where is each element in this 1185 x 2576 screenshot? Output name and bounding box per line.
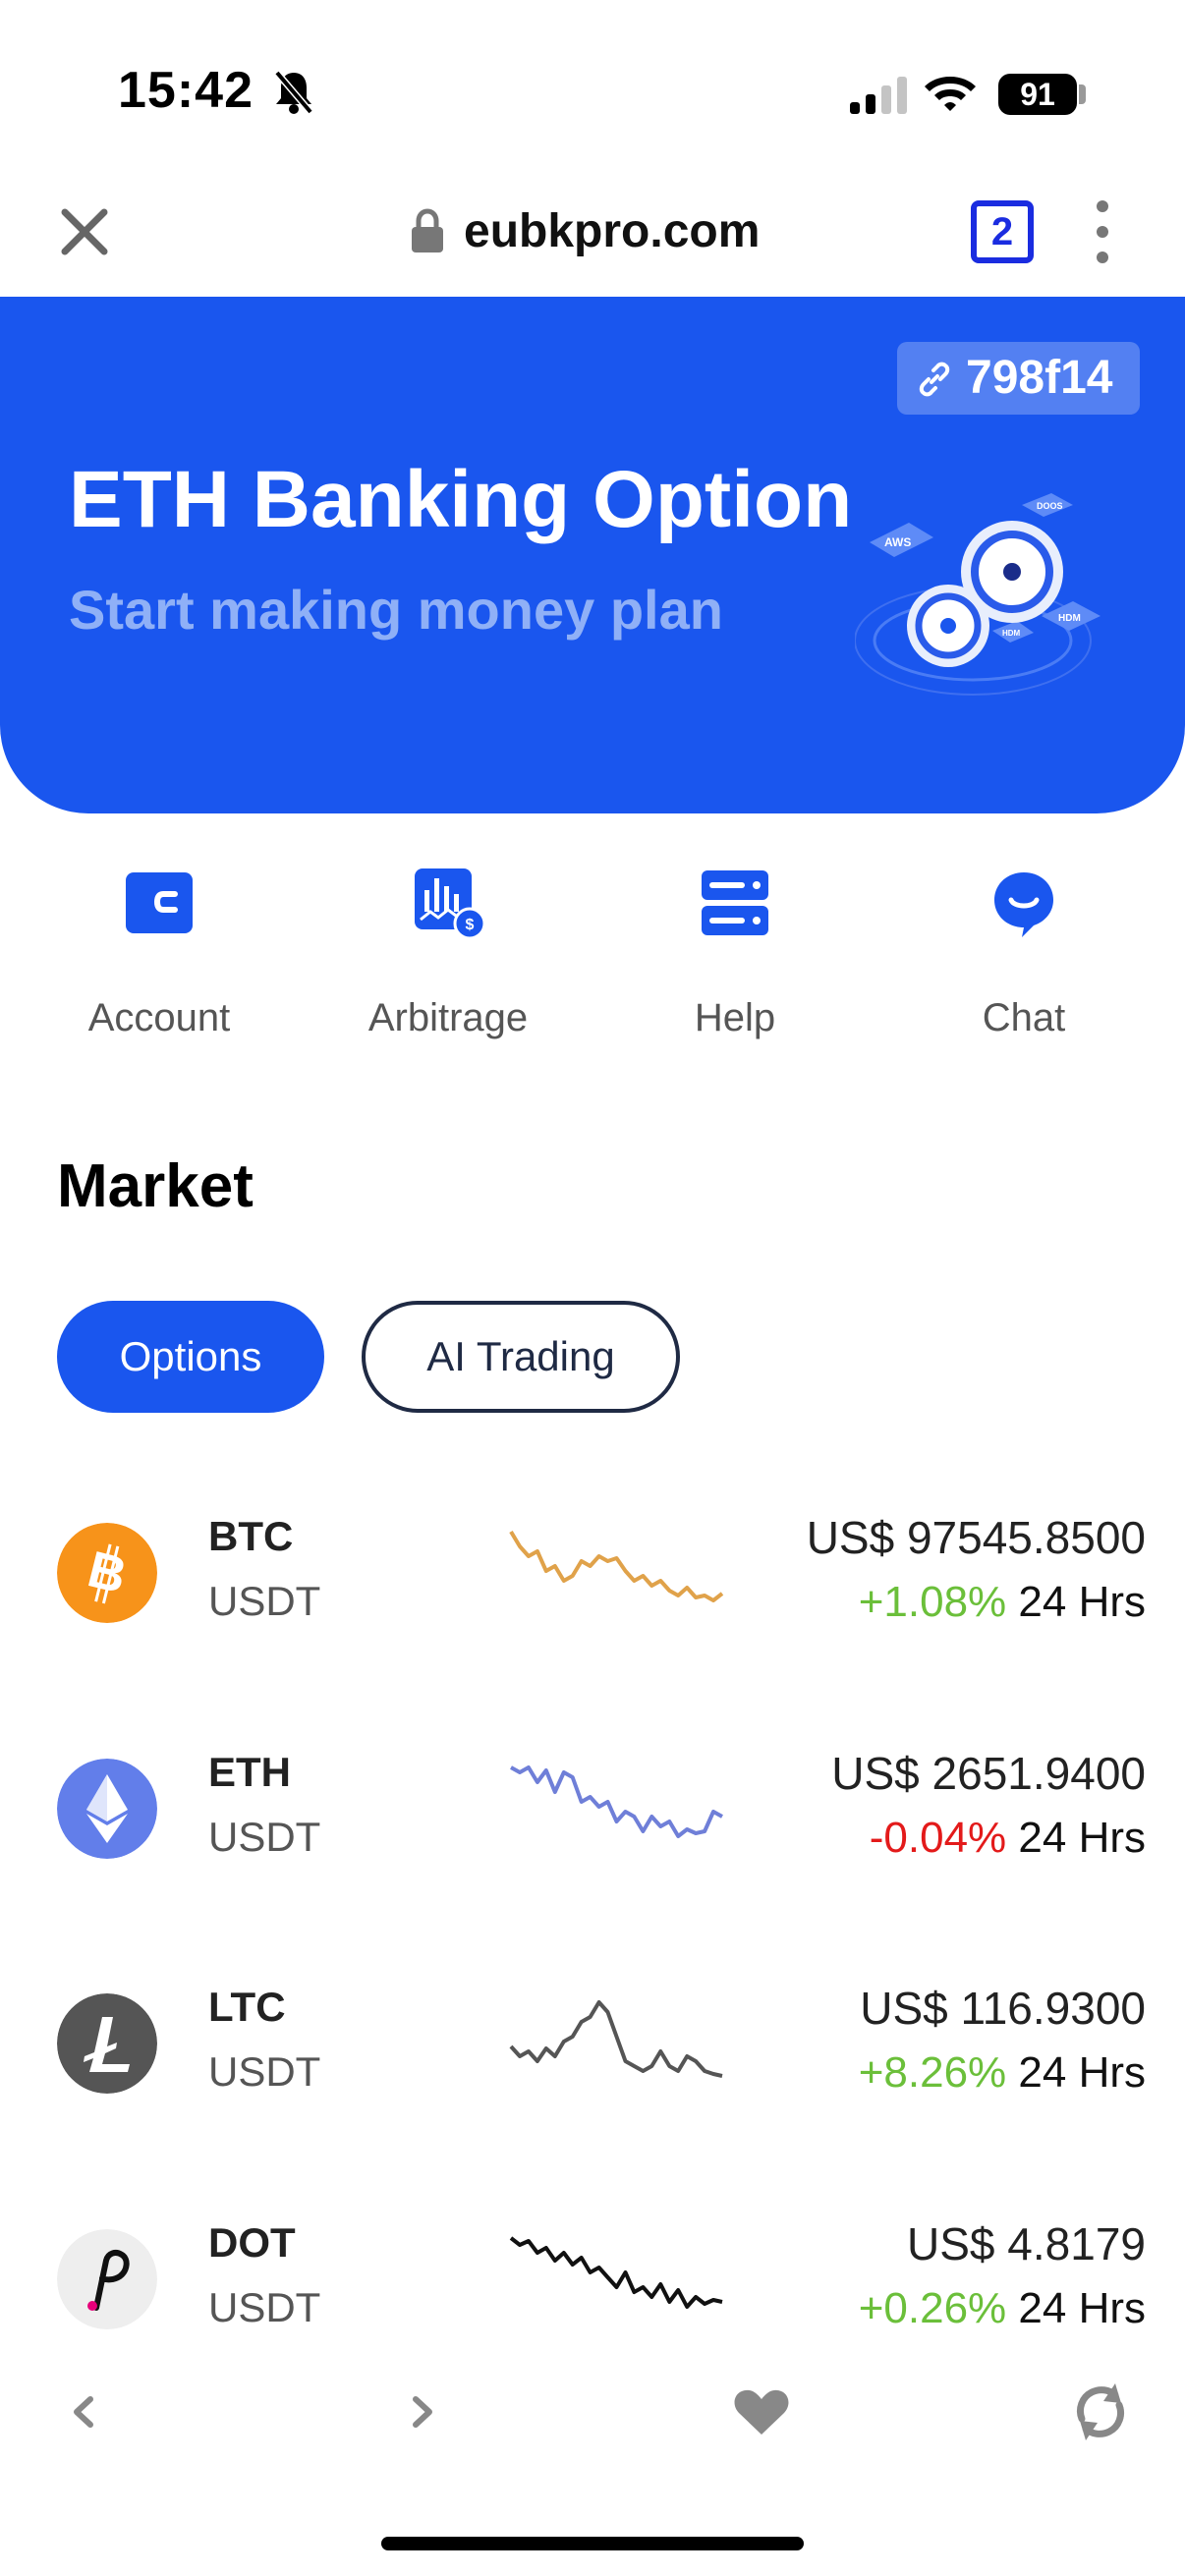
litecoin-logo-icon xyxy=(57,1993,157,2094)
tab-switcher-button[interactable]: 2 xyxy=(971,200,1034,263)
coin-price: US$ 2651.9400 xyxy=(831,1748,1146,1799)
lock-icon xyxy=(412,208,443,252)
coin-change-period: 24 Hrs xyxy=(1018,2284,1146,2332)
nav-arbitrage[interactable]: $ Arbitrage xyxy=(301,845,595,1040)
sparkline-line xyxy=(509,2236,723,2309)
bell-muted-icon xyxy=(274,70,313,115)
sparkline-chart xyxy=(509,2000,723,2078)
coin-change-period: 24 Hrs xyxy=(1018,1578,1146,1626)
forward-icon[interactable] xyxy=(388,2378,457,2446)
back-icon[interactable] xyxy=(49,2378,118,2446)
coin-change-percent: +1.08% xyxy=(858,1578,1007,1626)
coin-price: US$ 116.9300 xyxy=(860,1983,1146,2034)
coin-row-ltc[interactable]: LTC USDT US$ 116.9300 +8.26% 24 Hrs xyxy=(0,1968,1185,2164)
nav-help-label: Help xyxy=(694,996,776,1039)
sparkline-chart xyxy=(510,1765,723,1838)
sparkline-line xyxy=(510,1765,723,1838)
coin-quote: USDT xyxy=(208,1578,321,1624)
coin-price: US$ 4.8179 xyxy=(907,2218,1146,2269)
quick-nav: Account $ Arbitrage Help Chat xyxy=(0,845,1185,1061)
nav-chat[interactable]: Chat xyxy=(876,845,1171,1040)
coin-symbol: BTC xyxy=(208,1513,294,1559)
nav-help[interactable]: Help xyxy=(588,845,882,1040)
coin-quote: USDT xyxy=(208,2048,321,2095)
polkadot-logo-icon xyxy=(57,2229,157,2329)
coin-row-eth[interactable]: ETH USDT US$ 2651.9400 -0.04% 24 Hrs xyxy=(0,1733,1185,1930)
browser-bottom-bar xyxy=(0,2358,1185,2466)
aws-tag: AWS xyxy=(884,535,911,549)
heart-icon[interactable] xyxy=(727,2378,796,2446)
close-icon[interactable] xyxy=(57,204,112,259)
tab-ai-trading[interactable]: AI Trading xyxy=(362,1301,680,1413)
wifi-icon xyxy=(925,77,976,111)
server-icon xyxy=(702,870,768,935)
coin-symbol: DOT xyxy=(208,2219,296,2266)
hero-illustration: AWS DOOS HDM HDM xyxy=(855,493,1100,696)
wallet-icon xyxy=(126,872,193,933)
nav-arbitrage-label: Arbitrage xyxy=(367,996,529,1039)
nav-account-label: Account xyxy=(87,996,231,1039)
sparkline-line xyxy=(509,1530,724,1602)
chart-dollar-icon: $ xyxy=(415,868,486,940)
more-options-icon[interactable] xyxy=(1091,200,1114,263)
ethereum-logo-icon xyxy=(57,1759,157,1859)
chat-bubble-icon xyxy=(994,872,1053,937)
refresh-icon[interactable] xyxy=(1066,2378,1135,2446)
coin-price: US$ 97545.8500 xyxy=(806,1512,1146,1563)
coin-change-line: -0.04% 24 Hrs xyxy=(870,1814,1146,1863)
status-bar: 15:42 91 xyxy=(0,0,1185,177)
hero-subtitle: Start making money plan xyxy=(69,579,723,641)
battery-indicator: 91 xyxy=(998,74,1077,115)
status-time: 15:42 xyxy=(118,62,254,119)
home-indicator xyxy=(381,2537,804,2550)
battery-tip xyxy=(1079,84,1086,104)
coin-symbol: LTC xyxy=(208,1984,286,2030)
sparkline-line xyxy=(509,2000,723,2078)
coin-change-percent: +8.26% xyxy=(858,2048,1007,2097)
nav-account[interactable]: Account xyxy=(12,845,307,1040)
nav-chat-label: Chat xyxy=(982,996,1066,1039)
coin-change-line: +1.08% 24 Hrs xyxy=(859,1578,1146,1627)
hero-banner: 798f14 ETH Banking Option Start making m… xyxy=(0,297,1185,813)
hdm-tag-1: HDM xyxy=(1002,629,1021,638)
coin-symbol: ETH xyxy=(208,1749,291,1795)
coin-change-period: 24 Hrs xyxy=(1018,2048,1146,2097)
browser-toolbar: eubkpro.com 2 xyxy=(0,177,1185,297)
referral-code: 798f14 xyxy=(966,352,1113,404)
hdm-tag-2: HDM xyxy=(1058,613,1081,624)
coin-change-line: +0.26% 24 Hrs xyxy=(859,2284,1146,2333)
cellular-signal-icon xyxy=(850,77,907,114)
market-title: Market xyxy=(57,1152,254,1220)
coin-row-btc[interactable]: B BTC USDT US$ 97545.8500 +1.08% 24 Hrs xyxy=(0,1497,1185,1694)
link-icon xyxy=(919,362,950,397)
hero-title: ETH Banking Option xyxy=(69,455,853,544)
tab-options[interactable]: Options xyxy=(57,1301,324,1413)
referral-badge[interactable]: 798f14 xyxy=(897,342,1140,415)
coin-quote: USDT xyxy=(208,1814,321,1860)
coin-quote: USDT xyxy=(208,2284,321,2330)
svg-text:$: $ xyxy=(466,917,475,933)
bitcoin-logo-icon: B xyxy=(57,1523,157,1623)
doos-tag: DOOS xyxy=(1037,501,1063,511)
sparkline-chart xyxy=(509,2236,723,2309)
coin-change-period: 24 Hrs xyxy=(1018,1814,1146,1862)
url-bar[interactable]: eubkpro.com xyxy=(464,204,760,258)
coin-change-percent: -0.04% xyxy=(869,1814,1007,1862)
coin-change-line: +8.26% 24 Hrs xyxy=(859,2048,1146,2098)
sparkline-chart xyxy=(509,1530,724,1602)
coin-change-percent: +0.26% xyxy=(858,2284,1007,2332)
